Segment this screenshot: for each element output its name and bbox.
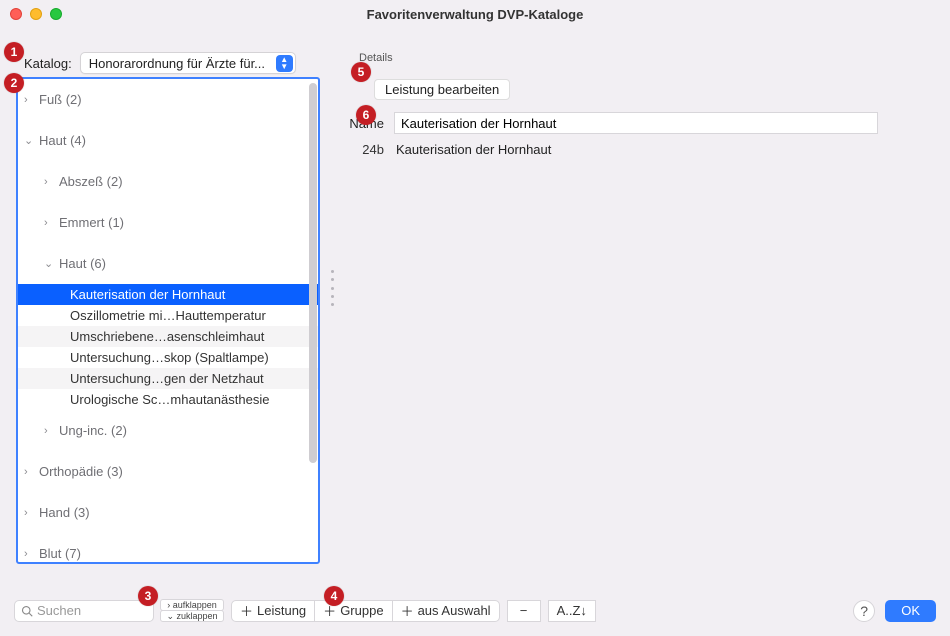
tree-subgroup-label: Haut (6) <box>59 256 106 271</box>
search-icon <box>21 605 33 617</box>
tree-scrollbar[interactable] <box>309 81 317 560</box>
chevron-down-icon: ⌄ <box>24 134 34 147</box>
katalog-select-value: Honorarordnung für Ärzte für... <box>89 56 265 71</box>
search-placeholder: Suchen <box>37 603 81 618</box>
window-title: Favoritenverwaltung DVP-Kataloge <box>367 7 584 22</box>
name-input[interactable] <box>394 112 878 134</box>
tree-leaf-spaltlampe[interactable]: Untersuchung…skop (Spaltlampe) <box>18 347 318 368</box>
titlebar: Favoritenverwaltung DVP-Kataloge <box>0 0 950 28</box>
tree-subgroup-abszess[interactable]: › Abszeß (2) <box>18 161 318 202</box>
katalog-label: Katalog: <box>24 56 72 71</box>
tree-subgroup-label: Ung-inc. (2) <box>59 423 127 438</box>
tree[interactable]: › Fuß (2) ⌄ Haut (4) › Abszeß (2) › Emmert (… <box>16 77 320 564</box>
plus-icon: ＋ <box>401 601 414 620</box>
tree-group-haut[interactable]: ⌄ Haut (4) <box>18 120 318 161</box>
tree-group-label: Blut (7) <box>39 546 81 561</box>
ok-button[interactable]: OK <box>885 600 936 622</box>
tree-leaf-urologische[interactable]: Urologische Sc…mhautanästhesie <box>18 389 318 410</box>
chevron-right-icon: › <box>24 94 34 106</box>
tree-subgroup-emmert[interactable]: › Emmert (1) <box>18 202 318 243</box>
zoom-icon[interactable] <box>50 8 62 20</box>
chevron-updown-icon: ▲▼ <box>276 55 293 72</box>
tree-group-blut[interactable]: › Blut (7) <box>18 533 318 562</box>
minimize-icon[interactable] <box>30 8 42 20</box>
tree-leaf-netzhaut[interactable]: Untersuchung…gen der Netzhaut <box>18 368 318 389</box>
annotation-1: 1 <box>4 42 24 62</box>
tree-group-label: Hand (3) <box>39 505 90 520</box>
add-leistung-button[interactable]: ＋Leistung <box>231 600 315 622</box>
annotation-4: 4 <box>324 586 344 606</box>
chevron-right-icon: › <box>44 176 54 188</box>
add-auswahl-button[interactable]: ＋aus Auswahl <box>392 600 500 622</box>
tree-leaf-oszillometrie[interactable]: Oszillometrie mi…Hauttemperatur <box>18 305 318 326</box>
tree-group-label: Orthopädie (3) <box>39 464 123 479</box>
window-controls <box>10 8 62 20</box>
chevron-right-icon: › <box>24 507 34 519</box>
tree-subgroup-haut6[interactable]: ⌄ Haut (6) <box>18 243 318 284</box>
help-button[interactable]: ? <box>853 600 875 622</box>
chevron-right-icon: › <box>44 425 54 437</box>
detail-code: 24b <box>344 142 384 157</box>
tree-subgroup-label: Emmert (1) <box>59 215 124 230</box>
chevron-right-icon: › <box>24 548 34 560</box>
katalog-select[interactable]: Honorarordnung für Ärzte für... ▲▼ <box>80 52 296 74</box>
tree-leaf-kauterisation[interactable]: Kauterisation der Hornhaut <box>18 284 318 305</box>
tree-group-orthopaedie[interactable]: › Orthopädie (3) <box>18 451 318 492</box>
tree-subgroup-label: Abszeß (2) <box>59 174 123 189</box>
katalog-row: Katalog: Honorarordnung für Ärzte für...… <box>24 52 329 74</box>
plus-icon: ＋ <box>240 601 253 620</box>
details-panel: Leistung bearbeiten Name 24b Kauterisati… <box>340 77 940 564</box>
tree-group-label: Fuß (2) <box>39 92 82 107</box>
collapse-all-button[interactable]: ⌄ zuklappen <box>160 610 224 622</box>
close-icon[interactable] <box>10 8 22 20</box>
sort-button[interactable]: A..Z↓ <box>548 600 596 622</box>
annotation-3: 3 <box>138 586 158 606</box>
tree-group-hand[interactable]: › Hand (3) <box>18 492 318 533</box>
annotation-2: 2 <box>4 73 24 93</box>
remove-button[interactable]: − <box>507 600 541 622</box>
chevron-right-icon: › <box>44 217 54 229</box>
search-input[interactable]: Suchen <box>14 600 154 622</box>
split-handle[interactable] <box>329 270 335 306</box>
chevron-down-icon: ⌄ <box>44 257 54 270</box>
annotation-5: 5 <box>351 62 371 82</box>
edit-leistung-button[interactable]: Leistung bearbeiten <box>374 79 510 100</box>
tree-group-fuss[interactable]: › Fuß (2) <box>18 79 318 120</box>
tree-subgroup-unginc[interactable]: › Ung-inc. (2) <box>18 410 318 451</box>
tree-group-label: Haut (4) <box>39 133 86 148</box>
detail-text: Kauterisation der Hornhaut <box>396 142 551 157</box>
tree-leaf-umschriebene[interactable]: Umschriebene…asenschleimhaut <box>18 326 318 347</box>
chevron-right-icon: › <box>24 466 34 478</box>
annotation-6: 6 <box>356 105 376 125</box>
